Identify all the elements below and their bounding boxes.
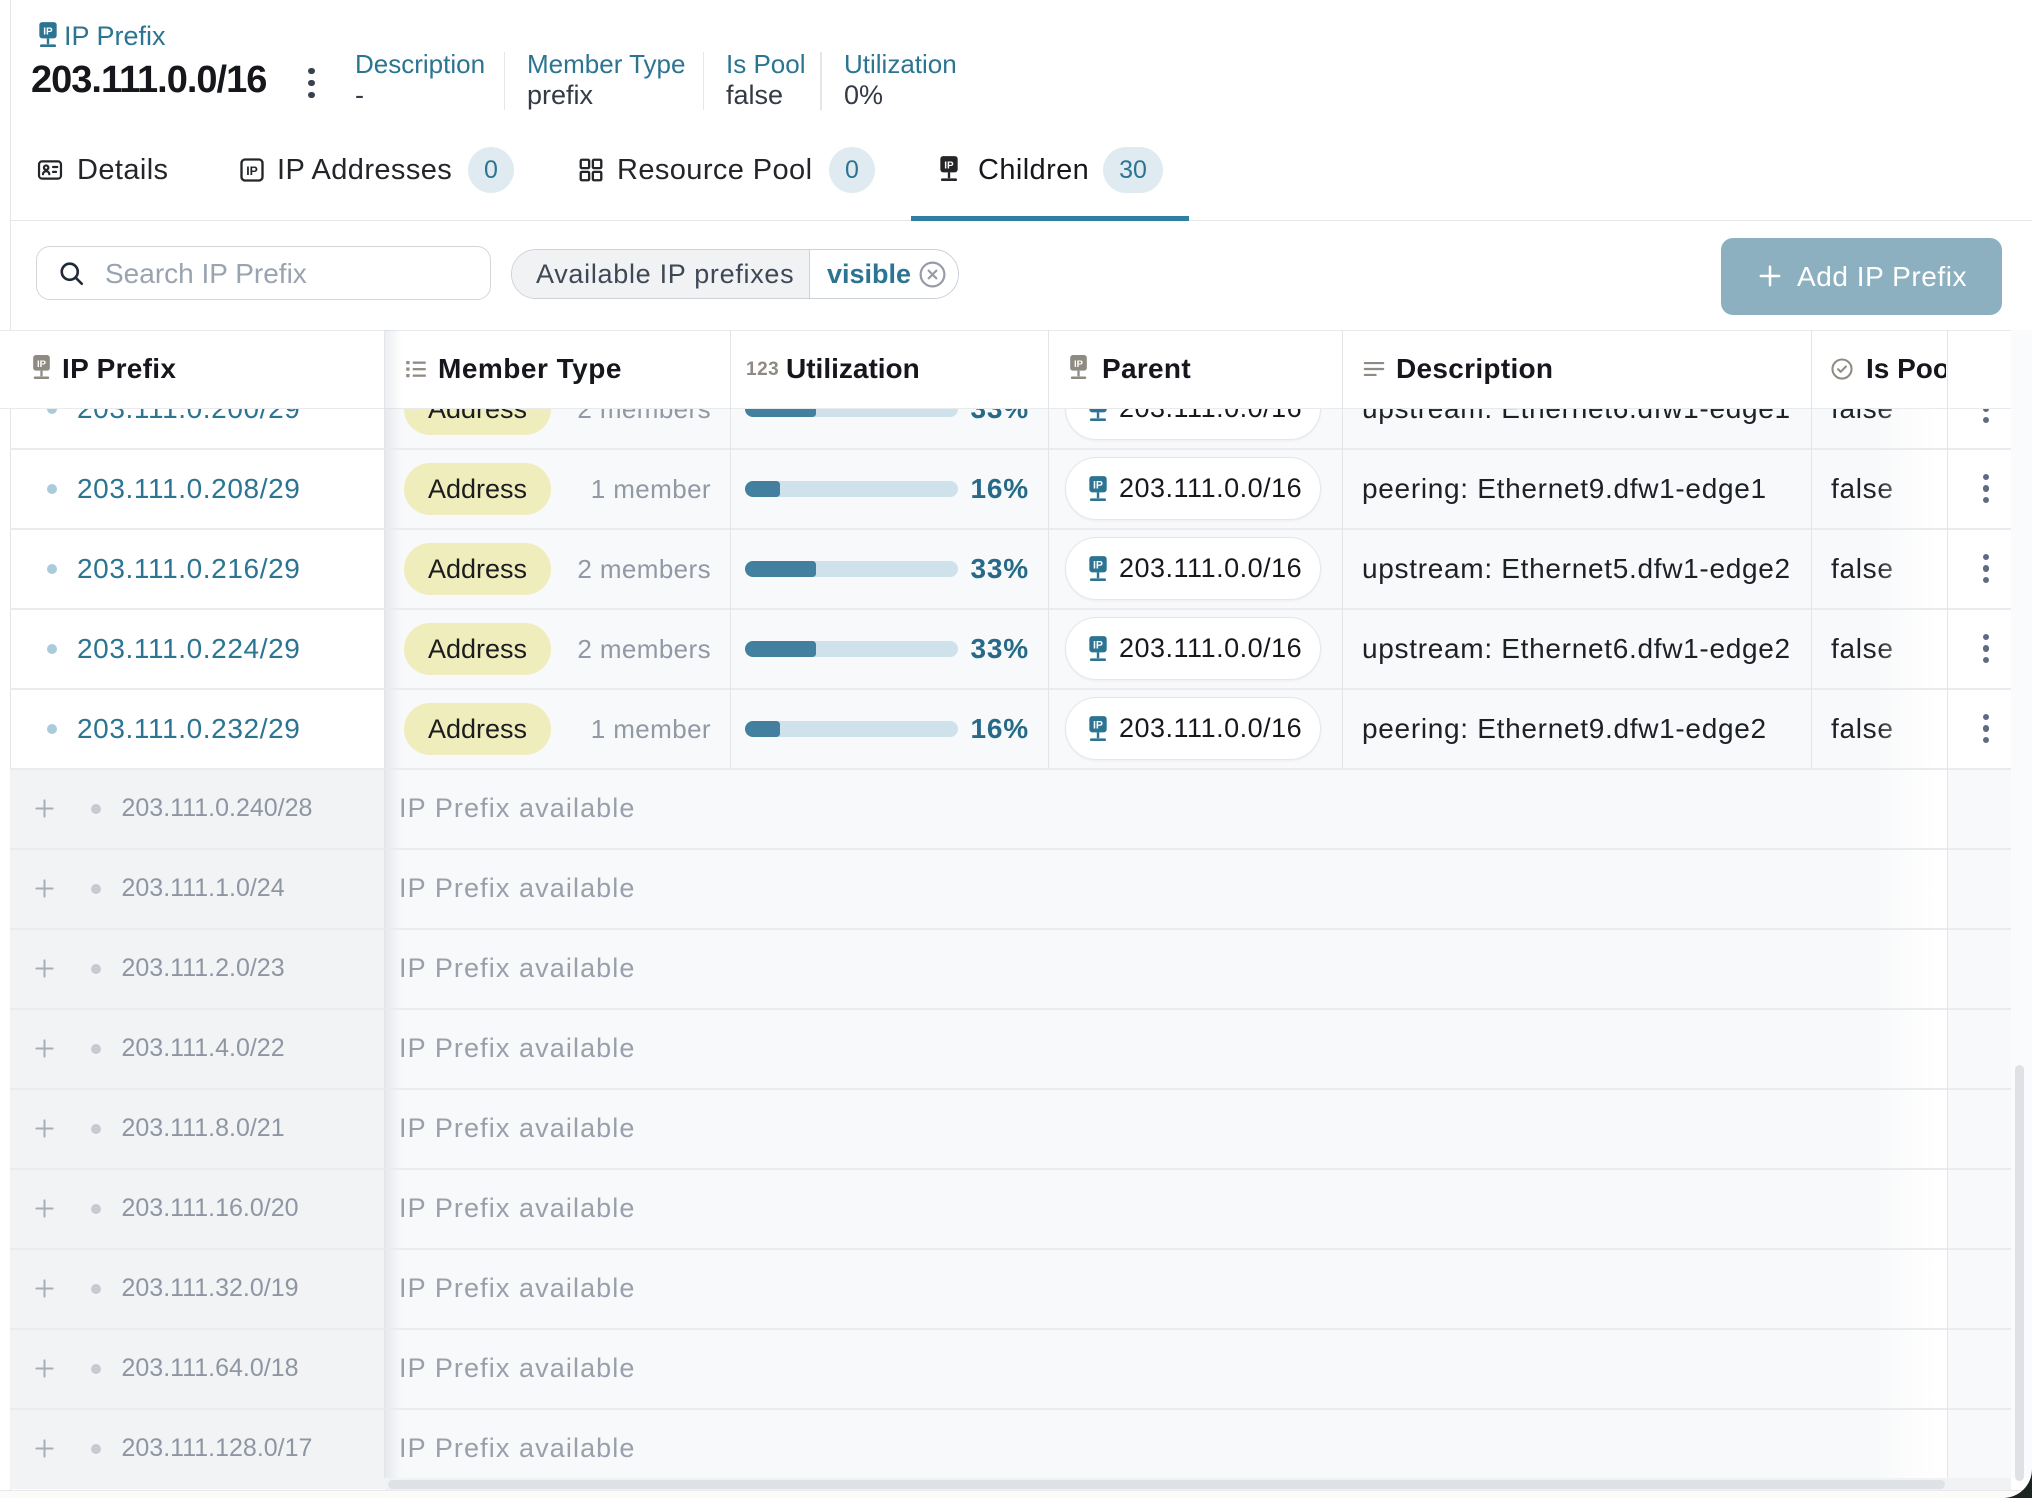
svg-text:IP: IP <box>1093 559 1103 571</box>
svg-text:IP: IP <box>37 359 47 370</box>
svg-text:IP: IP <box>1093 479 1103 491</box>
svg-text:IP: IP <box>1074 359 1084 370</box>
svg-text:IP: IP <box>1093 639 1103 651</box>
svg-text:IP: IP <box>1093 719 1103 731</box>
